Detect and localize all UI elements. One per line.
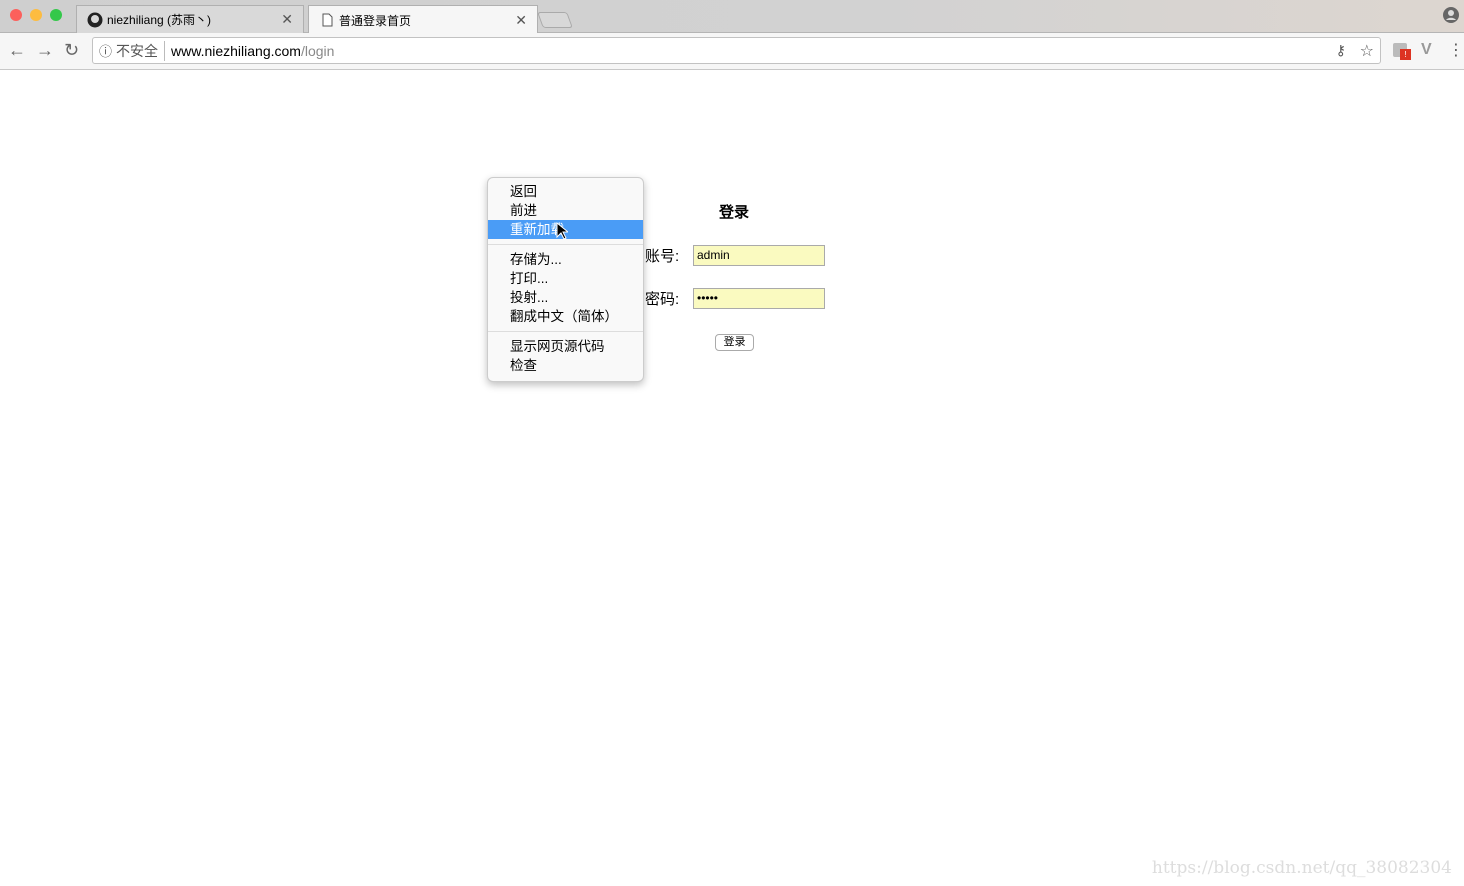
menu-item-view-source[interactable]: 显示网页源代码 bbox=[488, 337, 643, 356]
menu-separator bbox=[488, 244, 643, 245]
password-label: 密码: bbox=[645, 291, 680, 308]
reload-icon[interactable]: ↻ bbox=[64, 40, 79, 61]
menu-item-back[interactable]: 返回 bbox=[488, 182, 643, 201]
extension-badge: ! bbox=[1400, 49, 1411, 60]
tab-github[interactable]: niezhiliang (苏雨丶) ✕ bbox=[76, 5, 304, 33]
forward-icon[interactable]: → bbox=[36, 40, 54, 61]
tab-login[interactable]: 普通登录首页 ✕ bbox=[308, 5, 538, 34]
maximize-window-button[interactable] bbox=[50, 9, 62, 21]
new-tab-button[interactable] bbox=[537, 12, 573, 28]
address-bar[interactable]: ⓘ 不安全 www.niezhiliang.com/login ⚷ ☆ bbox=[92, 37, 1381, 64]
menu-item-cast[interactable]: 投射... bbox=[488, 288, 643, 307]
menu-icon[interactable]: ⋮ bbox=[1448, 40, 1464, 60]
security-label: 不安全 bbox=[116, 40, 166, 61]
info-icon[interactable]: ⓘ bbox=[99, 41, 112, 60]
menu-item-print[interactable]: 打印... bbox=[488, 269, 643, 288]
login-button[interactable]: 登录 bbox=[715, 334, 754, 351]
key-icon[interactable]: ⚷ bbox=[1336, 42, 1346, 59]
password-input[interactable]: ••••• bbox=[693, 288, 825, 309]
menu-item-inspect[interactable]: 检查 bbox=[488, 356, 643, 375]
github-icon bbox=[87, 12, 103, 28]
tab-title: 普通登录首页 bbox=[339, 13, 412, 28]
minimize-window-button[interactable] bbox=[30, 9, 42, 21]
close-window-button[interactable] bbox=[10, 9, 22, 21]
url-host: www.niezhiliang.com bbox=[171, 42, 301, 59]
url-path: /login bbox=[300, 42, 335, 59]
login-title: 登录 bbox=[719, 204, 750, 221]
menu-item-forward[interactable]: 前进 bbox=[488, 201, 643, 220]
close-tab-icon[interactable]: ✕ bbox=[281, 11, 293, 28]
menu-separator bbox=[488, 331, 643, 332]
menu-item-save-as[interactable]: 存储为... bbox=[488, 250, 643, 269]
star-icon[interactable]: ☆ bbox=[1360, 41, 1374, 61]
username-input[interactable]: admin bbox=[693, 245, 825, 266]
tab-title: niezhiliang (苏雨丶) bbox=[107, 13, 212, 27]
menu-item-translate[interactable]: 翻成中文（简体） bbox=[488, 307, 643, 326]
vue-devtools-icon[interactable]: V bbox=[1421, 41, 1432, 59]
extension-icon[interactable]: ! bbox=[1393, 43, 1411, 60]
tab-bar: niezhiliang (苏雨丶) ✕ 普通登录首页 ✕ bbox=[0, 0, 1464, 34]
profile-icon[interactable] bbox=[1443, 7, 1459, 23]
context-menu: 返回 前进 重新加载 存储为... 打印... 投射... 翻成中文（简体） 显… bbox=[487, 177, 644, 382]
close-tab-icon[interactable]: ✕ bbox=[515, 12, 527, 29]
toolbar: ← → ↻ ⓘ 不安全 www.niezhiliang.com/login ⚷ … bbox=[0, 33, 1464, 70]
watermark: https://blog.csdn.net/qq_38082304 bbox=[1151, 858, 1452, 878]
username-label: 账号: bbox=[645, 248, 680, 265]
mouse-cursor-icon bbox=[556, 222, 568, 240]
page-icon bbox=[322, 13, 333, 27]
back-icon[interactable]: ← bbox=[8, 40, 26, 61]
